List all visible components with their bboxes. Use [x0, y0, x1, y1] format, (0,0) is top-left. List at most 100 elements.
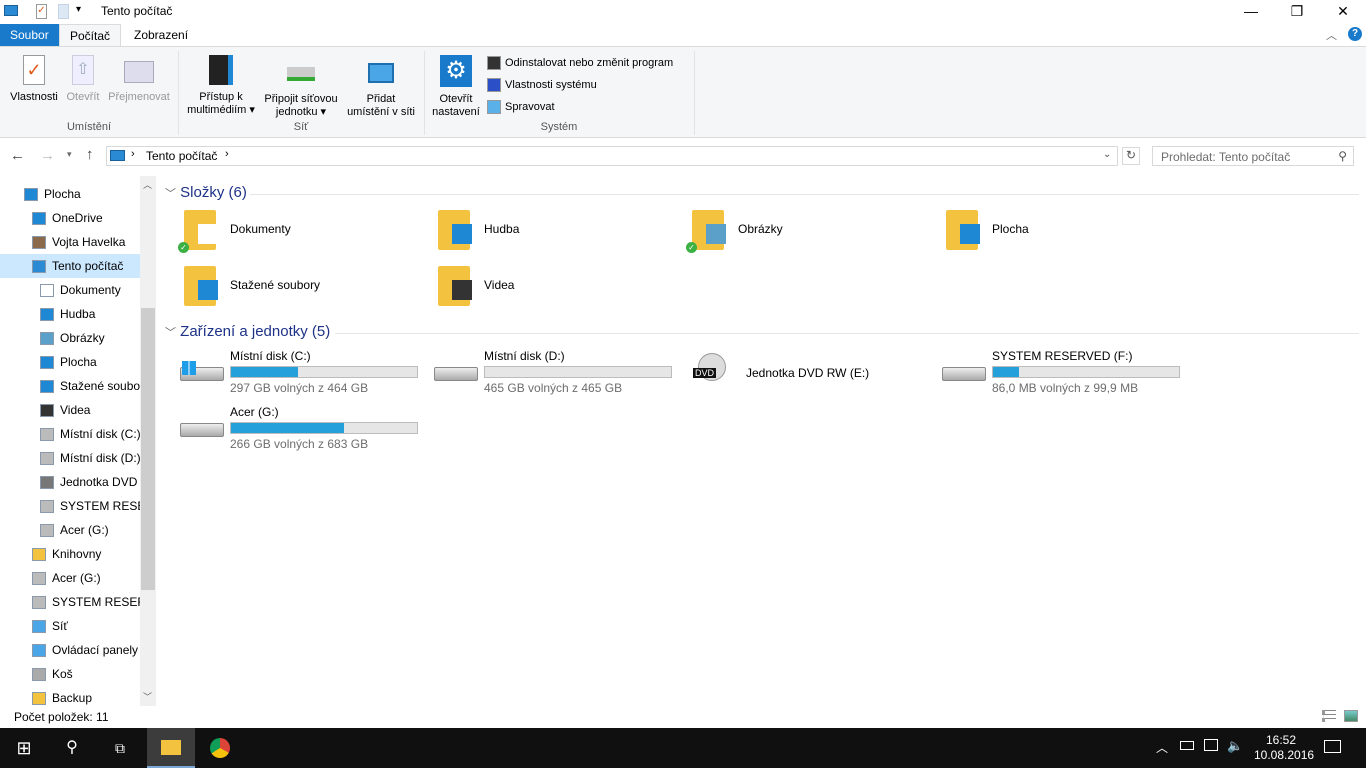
up-button[interactable]: ↑: [86, 146, 94, 163]
folder-item[interactable]: Videa: [418, 262, 668, 310]
refresh-button[interactable]: ↻: [1122, 147, 1140, 165]
maximize-button[interactable]: ❐: [1274, 0, 1320, 24]
drive-name: Místní disk (D:): [484, 349, 565, 363]
nav-scrollbar-thumb[interactable]: [141, 308, 155, 590]
scroll-down-icon[interactable]: ﹀: [143, 690, 152, 703]
nav-item[interactable]: Stažené soubory: [0, 374, 140, 398]
manage-button[interactable]: Spravovat: [487, 100, 555, 114]
music-overlay-icon: [452, 224, 472, 244]
pc-icon: [32, 260, 46, 274]
disk-icon: [40, 428, 54, 442]
drive-item[interactable]: Acer (G:) 266 GB volných z 683 GB: [164, 405, 418, 455]
rename-label: Přejmenovat: [108, 91, 170, 103]
nav-item[interactable]: Videa: [0, 398, 140, 422]
start-windows-icon[interactable]: ⊞: [0, 728, 48, 768]
nav-item[interactable]: Knihovny: [0, 542, 140, 566]
nav-item[interactable]: Backup: [0, 686, 140, 710]
manage-icon: [487, 100, 501, 114]
folder-item[interactable]: ✓ Dokumenty: [164, 206, 414, 254]
add-location-label-2: umístění v síti: [347, 106, 415, 118]
nav-item[interactable]: Acer (G:): [0, 518, 140, 542]
nav-item[interactable]: OneDrive: [0, 206, 140, 230]
nav-item[interactable]: Hudba: [0, 302, 140, 326]
nav-item[interactable]: Plocha: [0, 182, 140, 206]
nav-item-label: Videa: [60, 403, 91, 417]
nav-item[interactable]: Koš: [0, 662, 140, 686]
large-icons-view-icon[interactable]: [1344, 710, 1358, 722]
map-network-drive-button[interactable]: Připojit síťovou jednotku ▾: [260, 55, 342, 119]
help-icon[interactable]: ?: [1348, 27, 1362, 41]
tab-computer[interactable]: Počítač: [59, 24, 122, 47]
collapse-ribbon-icon[interactable]: ︿: [1326, 27, 1337, 43]
folder-item[interactable]: Hudba: [418, 206, 668, 254]
customize-quick-access-icon[interactable]: ▾: [76, 4, 81, 15]
chrome-taskbar-button[interactable]: [196, 728, 244, 768]
search-input[interactable]: Prohledat: Tento počítač ⚲: [1152, 146, 1354, 166]
properties-quick-icon[interactable]: ✓: [36, 4, 47, 19]
nav-item[interactable]: Acer (G:): [0, 566, 140, 590]
manage-label: Spravovat: [505, 100, 555, 113]
drive-item[interactable]: DVD Jednotka DVD RW (E:): [672, 349, 922, 399]
add-network-location-button[interactable]: Přidat umístění v síti: [344, 55, 418, 119]
close-button[interactable]: ✕: [1320, 0, 1366, 24]
folder-label: Hudba: [484, 222, 520, 236]
battery-icon[interactable]: [1180, 741, 1194, 750]
nav-item[interactable]: Síť: [0, 614, 140, 638]
folders-group-header[interactable]: ﹀ Složky (6): [165, 184, 1359, 201]
nav-item[interactable]: Místní disk (C:): [0, 422, 140, 446]
nav-item[interactable]: Dokumenty: [0, 278, 140, 302]
drive-item[interactable]: Místní disk (C:) 297 GB volných z 464 GB: [164, 349, 418, 399]
nav-item[interactable]: Vojta Havelka: [0, 230, 140, 254]
recent-locations-button[interactable]: ▾: [67, 149, 72, 160]
show-hidden-icons[interactable]: ︿: [1156, 739, 1168, 756]
clock[interactable]: 16:52 10.08.2016: [1254, 733, 1314, 763]
search-taskbar-icon[interactable]: ⚲: [48, 728, 96, 768]
breadcrumb-this-pc[interactable]: Tento počítač: [146, 149, 217, 163]
nav-item-label: Místní disk (C:): [60, 427, 140, 441]
settings-label-2: nastavení: [432, 106, 480, 118]
nav-item[interactable]: Tento počítač: [0, 254, 140, 278]
folder-item[interactable]: Stažené soubory: [164, 262, 414, 310]
new-folder-quick-icon[interactable]: [58, 4, 69, 19]
forward-button[interactable]: →: [40, 147, 55, 164]
drive-item[interactable]: SYSTEM RESERVED (F:) 86,0 MB volných z 9…: [926, 349, 1180, 399]
nav-item[interactable]: Obrázky: [0, 326, 140, 350]
action-center-icon[interactable]: [1324, 740, 1341, 753]
system-properties-button[interactable]: Vlastnosti systému: [487, 78, 597, 92]
drive-free-space: 86,0 MB volných z 99,9 MB: [992, 381, 1139, 395]
scroll-up-icon[interactable]: ︿: [143, 178, 152, 191]
folder-item[interactable]: ✓ Obrázky: [672, 206, 922, 254]
uninstall-program-button[interactable]: Odinstalovat nebo změnit program: [487, 56, 673, 70]
drive-item[interactable]: Místní disk (D:) 465 GB volných z 465 GB: [418, 349, 672, 399]
details-view-icon[interactable]: [1322, 710, 1336, 722]
open-settings-button[interactable]: ⚙ Otevřít nastavení: [428, 55, 484, 119]
folder-item[interactable]: Plocha: [926, 206, 1176, 254]
nav-item[interactable]: Jednotka DVD RW (E:): [0, 470, 140, 494]
tab-view[interactable]: Zobrazení: [124, 24, 198, 46]
folder-icon: [32, 692, 46, 706]
rename-button[interactable]: Přejmenovat: [106, 55, 172, 104]
nav-item[interactable]: SYSTEM RESERVED (F:): [0, 590, 140, 614]
properties-button[interactable]: ✓ Vlastnosti: [6, 55, 62, 104]
breadcrumb-chevron-icon[interactable]: ›: [225, 148, 229, 160]
nav-item[interactable]: Místní disk (D:): [0, 446, 140, 470]
nav-item[interactable]: Plocha: [0, 350, 140, 374]
address-bar[interactable]: › Tento počítač › ⌄: [106, 146, 1118, 166]
media-access-button[interactable]: Přístup k multimédiím ▾: [182, 55, 260, 117]
open-button[interactable]: ⇧ Otevřít: [64, 55, 102, 104]
tab-file[interactable]: Soubor: [0, 24, 59, 46]
back-button[interactable]: ←: [10, 147, 25, 164]
drives-group-header[interactable]: ﹀ Zařízení a jednotky (5): [165, 323, 1359, 340]
nav-item[interactable]: Ovládací panely: [0, 638, 140, 662]
minimize-button[interactable]: —: [1228, 0, 1274, 24]
address-dropdown-icon[interactable]: ⌄: [1103, 149, 1111, 160]
network-drive-icon: [287, 67, 315, 81]
file-explorer-taskbar-button[interactable]: [147, 728, 195, 768]
breadcrumb-chevron-icon[interactable]: ›: [131, 148, 135, 160]
media-server-icon: [209, 55, 233, 85]
network-icon[interactable]: [1204, 739, 1218, 751]
task-view-icon[interactable]: ⧉: [96, 728, 144, 768]
volume-icon[interactable]: 🔈: [1227, 738, 1243, 754]
disk-icon: [40, 524, 54, 538]
nav-item[interactable]: SYSTEM RESERVED (F:): [0, 494, 140, 518]
